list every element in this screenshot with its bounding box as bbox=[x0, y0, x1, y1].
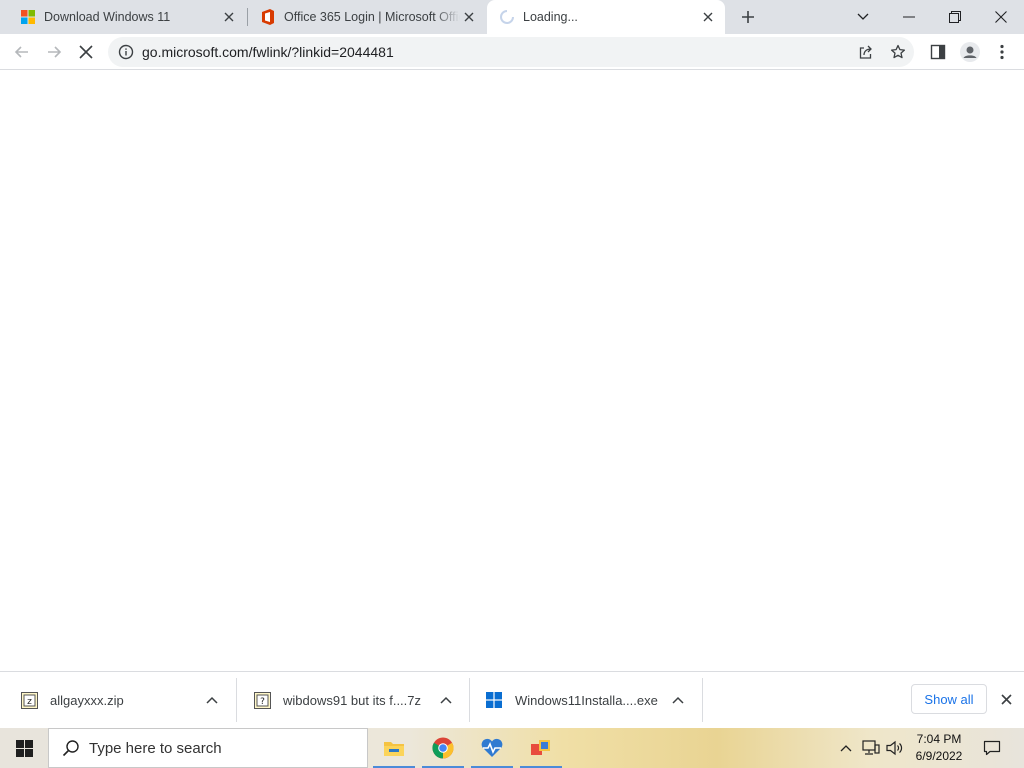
download-item[interactable]: z allgayxxx.zip bbox=[20, 678, 236, 722]
close-icon bbox=[995, 11, 1007, 23]
notification-icon bbox=[983, 740, 1001, 756]
chrome-app[interactable] bbox=[419, 728, 467, 768]
close-shelf-icon[interactable] bbox=[996, 689, 1016, 709]
taskbar-search-box[interactable]: Type here to search bbox=[48, 728, 368, 768]
start-button[interactable] bbox=[0, 728, 48, 768]
tab-title: Download Windows 11 bbox=[44, 10, 171, 24]
download-filename: allgayxxx.zip bbox=[50, 692, 124, 708]
tab-loading[interactable]: Loading... bbox=[487, 0, 725, 34]
chevron-up-icon bbox=[840, 745, 852, 752]
minimize-icon bbox=[903, 16, 915, 18]
zip-archive-icon: z bbox=[20, 691, 38, 709]
plus-icon bbox=[742, 11, 754, 23]
windows-taskbar: Type here to search 7:04 PM 6/9/2022 bbox=[0, 728, 1024, 768]
tab-title: Loading... bbox=[523, 10, 578, 24]
close-window-button[interactable] bbox=[978, 0, 1024, 34]
system-clock[interactable]: 7:04 PM 6/9/2022 bbox=[906, 731, 972, 765]
zip-archive-icon: ? bbox=[253, 691, 271, 709]
network-icon bbox=[862, 740, 880, 755]
pinned-app[interactable] bbox=[517, 728, 565, 768]
restore-icon bbox=[949, 11, 961, 23]
restore-button[interactable] bbox=[932, 0, 978, 34]
download-item[interactable]: Windows11Installa....exe bbox=[485, 678, 701, 722]
clock-time: 7:04 PM bbox=[916, 732, 962, 746]
download-filename: wibdows91 but its f....7z bbox=[283, 692, 422, 708]
tab-search-button[interactable] bbox=[840, 0, 886, 34]
tab-download-windows-11[interactable]: Download Windows 11 bbox=[8, 0, 246, 34]
download-separator bbox=[702, 678, 703, 722]
forward-button[interactable] bbox=[40, 38, 68, 66]
tab-close-icon[interactable] bbox=[699, 8, 717, 26]
kebab-menu-icon[interactable] bbox=[990, 40, 1014, 64]
address-bar[interactable]: go.microsoft.com/fwlink/?linkid=2044481 bbox=[108, 37, 914, 67]
heart-pulse-icon bbox=[481, 738, 503, 757]
speaker-icon bbox=[886, 740, 903, 756]
site-info-icon[interactable] bbox=[118, 44, 134, 60]
stop-loading-button[interactable] bbox=[72, 38, 100, 66]
chevron-down-icon bbox=[857, 13, 869, 20]
download-shelf: z allgayxxx.zip ? wibdows91 but its f...… bbox=[0, 671, 1024, 728]
url-text[interactable]: go.microsoft.com/fwlink/?linkid=2044481 bbox=[142, 44, 394, 60]
minimize-button[interactable] bbox=[886, 0, 932, 34]
search-placeholder: Type here to search bbox=[89, 739, 222, 757]
volume-button[interactable] bbox=[884, 728, 906, 768]
tab-title: Office 365 Login | Microsoft Office bbox=[284, 10, 460, 24]
stop-x-icon bbox=[79, 45, 93, 59]
chevron-up-icon[interactable] bbox=[437, 691, 455, 709]
windows-logo-icon bbox=[20, 9, 36, 25]
tab-office-365-login[interactable]: Office 365 Login | Microsoft Office bbox=[248, 0, 486, 34]
new-tab-button[interactable] bbox=[736, 5, 760, 29]
share-icon[interactable] bbox=[856, 42, 876, 62]
download-filename: Windows11Installa....exe bbox=[515, 692, 658, 708]
show-hidden-icons-button[interactable] bbox=[836, 728, 856, 768]
notification-center-button[interactable] bbox=[978, 728, 1006, 768]
back-arrow-icon bbox=[14, 46, 28, 58]
browser-toolbar: go.microsoft.com/fwlink/?linkid=2044481 bbox=[0, 34, 1024, 70]
search-icon bbox=[61, 738, 81, 758]
app-tiles-icon bbox=[531, 740, 550, 755]
page-content bbox=[0, 71, 1024, 671]
folder-icon bbox=[384, 742, 404, 756]
chevron-up-icon[interactable] bbox=[669, 691, 687, 709]
bookmark-star-icon[interactable] bbox=[888, 42, 908, 62]
download-separator bbox=[236, 678, 237, 722]
download-separator bbox=[469, 678, 470, 722]
tab-close-icon[interactable] bbox=[220, 8, 238, 26]
chrome-icon bbox=[432, 737, 454, 759]
health-app[interactable] bbox=[468, 728, 516, 768]
svg-text:?: ? bbox=[260, 697, 265, 707]
network-status-button[interactable] bbox=[860, 728, 882, 768]
tab-strip: Download Windows 11 Office 365 Login | M… bbox=[0, 0, 1024, 34]
tab-close-icon[interactable] bbox=[460, 8, 478, 26]
back-button[interactable] bbox=[8, 38, 36, 66]
chevron-up-icon[interactable] bbox=[203, 691, 221, 709]
file-explorer-app[interactable] bbox=[370, 728, 418, 768]
side-panel-icon[interactable] bbox=[926, 40, 950, 64]
loading-spinner-icon bbox=[499, 9, 515, 25]
clock-date: 6/9/2022 bbox=[915, 749, 963, 763]
svg-text:z: z bbox=[27, 697, 32, 707]
windows-logo-icon bbox=[485, 691, 503, 709]
forward-arrow-icon bbox=[48, 46, 62, 58]
profile-avatar-icon[interactable] bbox=[958, 40, 982, 64]
office-logo-icon bbox=[260, 9, 276, 25]
windows-start-icon bbox=[15, 739, 33, 757]
show-all-button[interactable]: Show all bbox=[911, 684, 987, 714]
download-item[interactable]: ? wibdows91 but its f....7z bbox=[253, 678, 469, 722]
